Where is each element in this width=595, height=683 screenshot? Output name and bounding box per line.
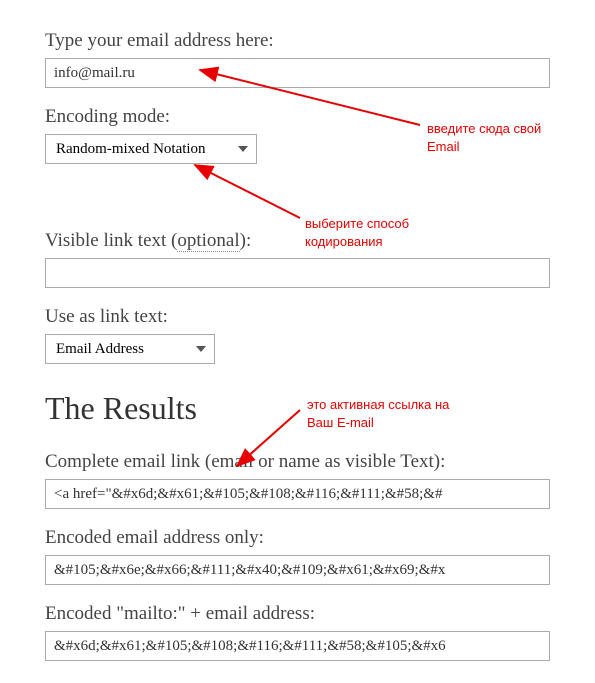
optional-text: optional [177, 230, 239, 252]
encoded-mailto-output[interactable] [45, 631, 550, 661]
encoded-email-group: Encoded email address only: [45, 527, 550, 585]
complete-link-label: Complete email link (email or name as vi… [45, 451, 550, 473]
link-text-label: Use as link text: [45, 306, 550, 328]
link-text-field-group: Use as link text: Email Address [45, 306, 550, 364]
encoding-select[interactable]: Random-mixed Notation [45, 134, 257, 164]
complete-link-output[interactable] [45, 479, 550, 509]
complete-link-group: Complete email link (email or name as vi… [45, 451, 550, 509]
visible-text-input[interactable] [45, 258, 550, 288]
visible-text-label-after: ): [240, 230, 252, 251]
encoded-email-label: Encoded email address only: [45, 527, 550, 549]
encoded-email-output[interactable] [45, 555, 550, 585]
encoded-mailto-group: Encoded "mailto:" + email address: [45, 603, 550, 661]
results-heading: The Results [45, 390, 550, 427]
email-label: Type your email address here: [45, 30, 550, 52]
email-input[interactable] [45, 58, 550, 88]
encoding-field-group: Encoding mode: Random-mixed Notation [45, 106, 550, 164]
encoding-label: Encoding mode: [45, 106, 550, 128]
visible-text-label-before: Visible link text ( [45, 230, 177, 251]
link-text-select[interactable]: Email Address [45, 334, 215, 364]
visible-text-field-group: Visible link text (optional): [45, 230, 550, 288]
visible-text-label: Visible link text (optional): [45, 230, 550, 252]
encoded-mailto-label: Encoded "mailto:" + email address: [45, 603, 550, 625]
email-field-group: Type your email address here: [45, 30, 550, 88]
